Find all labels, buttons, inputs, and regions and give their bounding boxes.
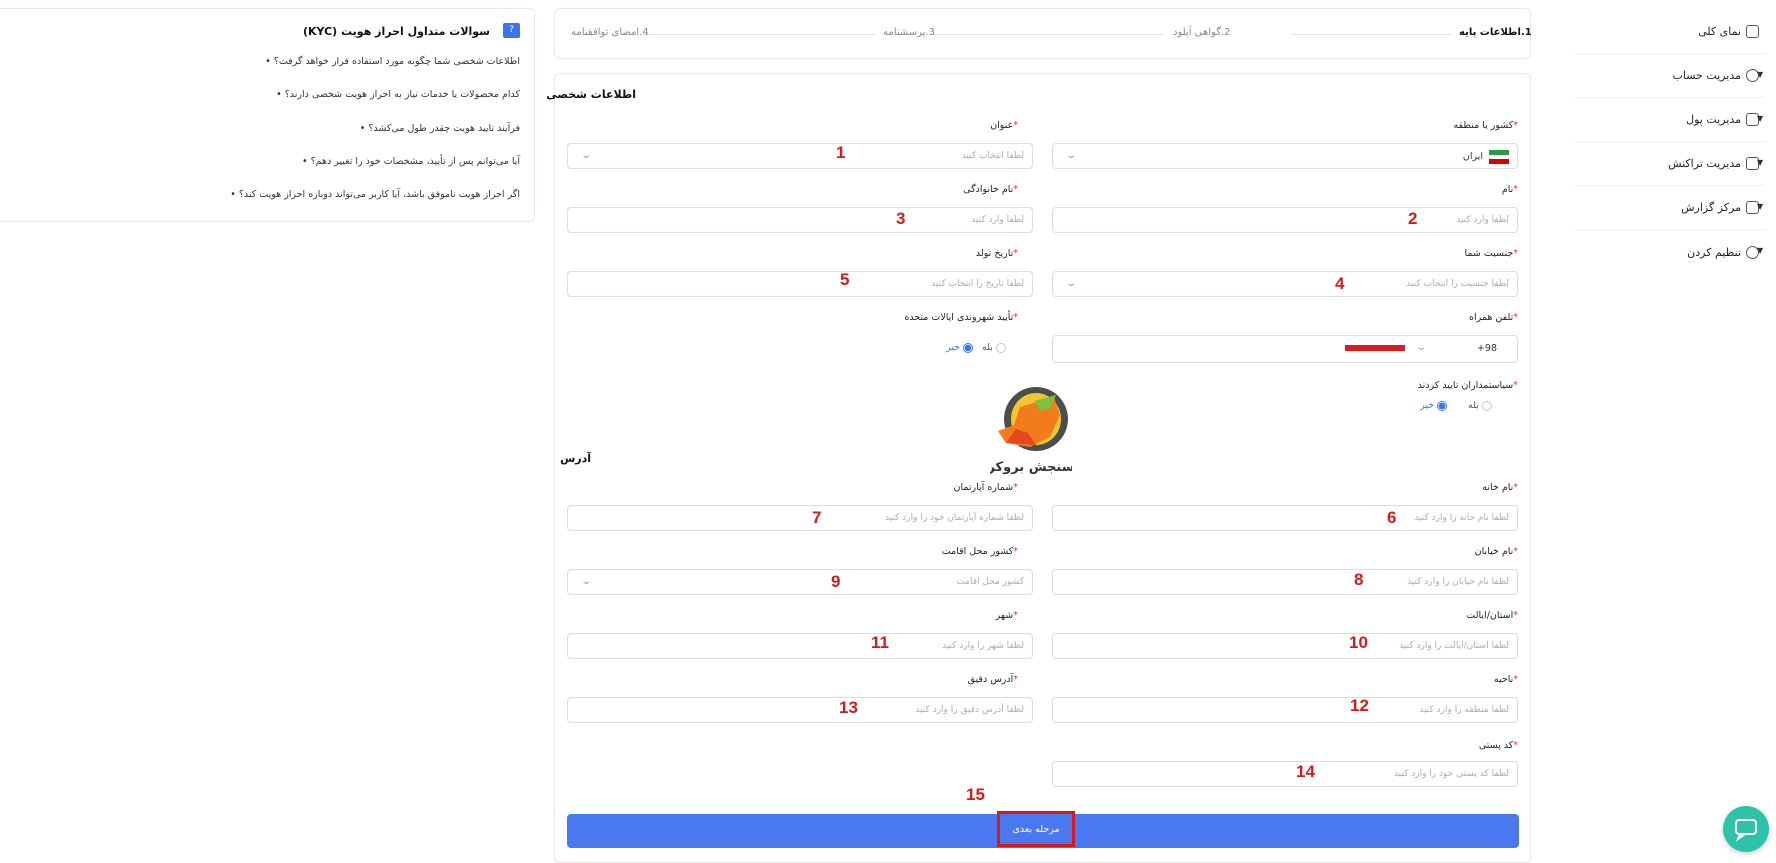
kyc-faq-panel: ? سوالات متداول احراز هویت (KYC) اطلاعات… xyxy=(0,8,535,222)
us-citizen-label: *تأیید شهروندی ایالات متحده xyxy=(904,312,1018,323)
birth-date-picker[interactable]: لطفا تاریخ را انتخاب کنید xyxy=(567,271,1033,297)
annotation-number: 12 xyxy=(1350,696,1369,715)
kyc-stepper: 1.اطلاعات پایه 2.گواهی آپلود 3.پرسشنامه … xyxy=(554,8,1532,59)
first-name-input[interactable]: لطفا وارد کنید xyxy=(1052,207,1518,233)
postal-code-label: *کد پستی xyxy=(1478,740,1518,751)
step-basic-info[interactable]: 1.اطلاعات پایه xyxy=(1459,27,1532,38)
step-divider xyxy=(933,34,1163,35)
apartment-number-input[interactable]: لطفا شماره آپارتمان خود را وارد کنید xyxy=(567,505,1033,531)
annotation-number: 5 xyxy=(840,270,850,289)
annotation-number: 4 xyxy=(1335,274,1345,293)
iran-flag-icon xyxy=(1489,150,1509,164)
country-select[interactable]: ایران ⌄ xyxy=(1052,143,1518,169)
city-input[interactable]: لطفا شهر را وارد کنید xyxy=(567,633,1033,659)
politician-label: *سیاستمداران تایید کردند xyxy=(1417,380,1518,391)
faq-icon: ? xyxy=(503,23,520,38)
annotation-number: 7 xyxy=(812,508,822,527)
phone-input[interactable]: +98 ⌄ xyxy=(1052,335,1518,363)
chevron-down-icon: ⌄ xyxy=(580,150,593,161)
sidebar-item-account[interactable]: مدیریت حساب ▼ xyxy=(1575,54,1765,98)
faq-question[interactable]: آیا می‌توانم پس از تأیید، مشخصات خود را … xyxy=(302,156,520,167)
city-label: *شهر xyxy=(995,610,1018,621)
politician-no-radio[interactable]: خیر xyxy=(1420,400,1447,411)
annotation-number: 9 xyxy=(831,572,841,591)
country-label: *کشور یا منطقه xyxy=(1453,120,1518,131)
sidebar-item-settings[interactable]: تنظیم کردن ▼ xyxy=(1575,230,1765,274)
sidebar-item-overview[interactable]: نمای کلی xyxy=(1575,10,1765,54)
annotation-number: 15 xyxy=(966,785,985,804)
postal-code-input[interactable]: لطفا کد پستی خود را وارد کنید xyxy=(1052,761,1518,787)
house-name-label: *نام خانه xyxy=(1482,482,1518,493)
faq-question[interactable]: اگر احراز هویت ناموفق باشد، آیا کاربر می… xyxy=(230,189,520,200)
exact-address-input[interactable]: لطفا آدرس دقیق را وارد کنید xyxy=(567,697,1033,723)
chevron-down-icon: ⌄ xyxy=(1415,342,1428,353)
apartment-number-label: *شماره آپارتمان xyxy=(953,482,1018,493)
residence-country-label: *کشور محل اقامت xyxy=(941,546,1018,557)
annotation-number: 14 xyxy=(1296,762,1315,781)
step-upload-certificate[interactable]: 2.گواهی آپلود xyxy=(1173,27,1231,38)
dashboard-icon xyxy=(1746,25,1759,38)
logo-text: سنجش بروکر xyxy=(990,460,1072,475)
caret-down-icon: ▼ xyxy=(1757,246,1764,255)
residence-country-select[interactable]: کشور محل اقامت ⌄ xyxy=(567,569,1033,595)
title-label: *عنوان xyxy=(990,120,1018,131)
province-label: *استان/ایالت xyxy=(1466,610,1518,621)
sanjesh-broker-logo: سنجش بروکر xyxy=(990,387,1072,475)
us-citizen-yes-radio[interactable]: بله xyxy=(982,342,1006,353)
faq-question[interactable]: اطلاعات شخصی شما چگونه مورد استفاده قرار… xyxy=(265,56,520,67)
redacted-phone-number xyxy=(1345,345,1405,351)
caret-down-icon: ▼ xyxy=(1757,70,1764,79)
birth-date-label: *تاریخ تولد xyxy=(975,248,1018,259)
gender-label: *جنسیت شما xyxy=(1464,248,1518,259)
sidebar-item-transactions[interactable]: مدیریت تراکنش ▼ xyxy=(1575,142,1765,186)
chevron-down-icon: ⌄ xyxy=(580,576,593,587)
step-divider xyxy=(643,34,875,35)
chevron-down-icon: ⌄ xyxy=(1065,150,1078,161)
district-label: *ناحیه xyxy=(1493,674,1518,685)
annotation-number: 11 xyxy=(871,633,889,652)
annotation-number: 3 xyxy=(896,209,906,228)
sidebar-item-money[interactable]: مدیریت پول ▼ xyxy=(1575,98,1765,142)
last-name-input[interactable]: لطفا وارد کنید xyxy=(567,207,1033,233)
chevron-down-icon: ⌄ xyxy=(1065,278,1078,289)
annotation-number: 10 xyxy=(1349,633,1368,652)
first-name-label: *نام xyxy=(1501,184,1518,195)
next-step-button[interactable]: مرحله بعدی xyxy=(567,811,1519,848)
annotation-number: 13 xyxy=(839,698,858,717)
caret-down-icon: ▼ xyxy=(1757,202,1764,211)
house-name-input[interactable]: لطفا نام خانه را وارد کنید xyxy=(1052,505,1518,531)
step-divider xyxy=(1291,34,1451,35)
annotation-number: 8 xyxy=(1354,570,1364,589)
province-input[interactable]: لطفا استان/ایالت را وارد کنید xyxy=(1052,633,1518,659)
support-chat-button[interactable] xyxy=(1723,806,1769,852)
exact-address-label: *آدرس دقیق xyxy=(967,674,1018,685)
step-questionnaire[interactable]: 3.پرسشنامه xyxy=(883,27,935,38)
sidebar-item-reports[interactable]: مرکز گزارش ▼ xyxy=(1575,186,1765,230)
country-code[interactable]: +98 xyxy=(1477,343,1497,354)
faq-title: سوالات متداول احراز هویت (KYC) xyxy=(302,25,490,38)
politician-yes-radio[interactable]: بله xyxy=(1468,400,1492,411)
annotation-number: 6 xyxy=(1387,508,1397,527)
district-input[interactable]: لطفا منطقه را وارد کنید xyxy=(1052,697,1518,723)
chat-bubble-icon xyxy=(1735,819,1757,842)
faq-question[interactable]: کدام محصولات یا خدمات نیاز به احراز هویت… xyxy=(276,89,520,100)
next-step-label: مرحله بعدی xyxy=(997,811,1075,847)
annotation-number: 1 xyxy=(836,143,846,162)
faq-question[interactable]: فرآیند تایید هویت چقدر طول می‌کشد؟ • xyxy=(360,123,520,134)
caret-down-icon: ▼ xyxy=(1757,158,1764,167)
gender-select[interactable]: لطفا جنسیت را انتخاب کنید ⌄ xyxy=(1052,271,1518,297)
street-input[interactable]: لطفا نام خیابان را وارد کنید xyxy=(1052,569,1518,595)
personal-info-title: اطلاعات شخصی xyxy=(546,88,636,101)
last-name-label: *نام خانوادگی xyxy=(963,184,1018,195)
street-label: *نام خیابان xyxy=(1474,546,1518,557)
caret-down-icon: ▼ xyxy=(1757,114,1764,123)
title-select[interactable]: لطفا انتخاب کنید ⌄ xyxy=(567,143,1033,169)
us-citizen-no-radio[interactable]: خیر xyxy=(946,342,973,353)
annotation-number: 2 xyxy=(1408,209,1418,228)
address-title: آدرس xyxy=(560,452,591,465)
phone-label: *تلفن همراه xyxy=(1469,312,1518,323)
step-sign-agreement[interactable]: 4.امضای توافقنامه xyxy=(571,27,649,38)
